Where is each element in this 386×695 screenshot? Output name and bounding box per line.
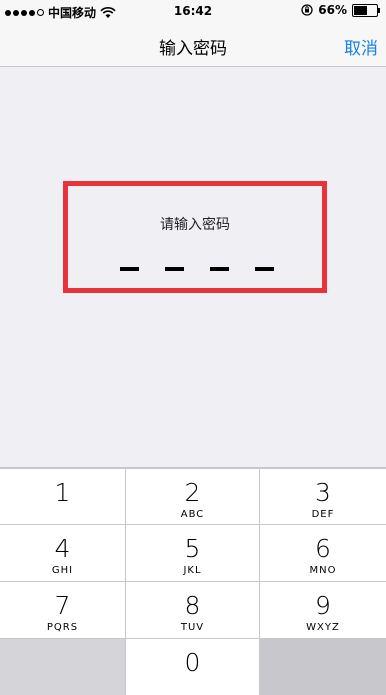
keypad-blank-key xyxy=(0,639,125,695)
key-4[interactable]: 4 GHI xyxy=(0,525,125,581)
status-bar: 中国移动 16:42 66% xyxy=(0,0,386,22)
key-digit: 4 xyxy=(54,534,71,563)
key-letters: JKL xyxy=(183,565,202,576)
key-1[interactable]: 1 xyxy=(0,469,125,524)
numeric-keypad: 1 2 ABC 3 DEF 4 GHI 5 JKL 6 MNO 7 PQRS 8 TUV 9 WXYZ 0 xyxy=(0,467,386,695)
key-8[interactable]: 8 TUV xyxy=(126,582,259,638)
key-digit: 5 xyxy=(184,534,201,563)
cancel-button[interactable]: 取消 xyxy=(344,34,378,59)
key-digit: 3 xyxy=(315,478,331,507)
key-0[interactable]: 0 xyxy=(126,639,259,695)
rotation-lock-icon xyxy=(301,4,313,16)
status-right: 66% xyxy=(301,3,380,17)
navigation-bar: 输入密码 取消 xyxy=(0,22,386,67)
key-digit: 6 xyxy=(315,534,331,563)
key-digit: 2 xyxy=(184,478,201,507)
key-5[interactable]: 5 JKL xyxy=(126,525,259,581)
key-letters: GHI xyxy=(51,565,74,576)
key-7[interactable]: 7 PQRS xyxy=(0,582,125,638)
key-letters: WXYZ xyxy=(306,622,340,633)
key-digit: 8 xyxy=(184,591,201,620)
key-2[interactable]: 2 ABC xyxy=(126,469,259,524)
battery-percent: 66% xyxy=(318,3,347,17)
key-letters: PQRS xyxy=(46,622,79,633)
key-6[interactable]: 6 MNO xyxy=(260,525,386,581)
battery-fill xyxy=(354,5,368,15)
key-digit: 7 xyxy=(54,591,71,620)
password-digit-slot xyxy=(165,267,184,271)
key-digit: 1 xyxy=(54,478,71,507)
key-letters: MNO xyxy=(309,565,337,576)
password-digit-slot xyxy=(210,267,229,271)
key-letters: DEF xyxy=(311,509,335,520)
key-letters: TUV xyxy=(180,622,205,633)
password-digit-slots[interactable] xyxy=(120,267,274,271)
password-digit-slot xyxy=(120,267,139,271)
key-digit: 0 xyxy=(184,648,201,677)
key-digit: 9 xyxy=(315,591,331,620)
key-letters: ABC xyxy=(180,509,205,520)
page-title: 输入密码 xyxy=(159,39,227,59)
password-prompt: 请输入密码 xyxy=(160,217,230,233)
password-digit-slot xyxy=(255,267,274,271)
key-9[interactable]: 9 WXYZ xyxy=(260,582,386,638)
password-entry-box: 请输入密码 xyxy=(63,181,327,293)
key-3[interactable]: 3 DEF xyxy=(260,469,386,524)
battery-icon xyxy=(352,3,380,17)
